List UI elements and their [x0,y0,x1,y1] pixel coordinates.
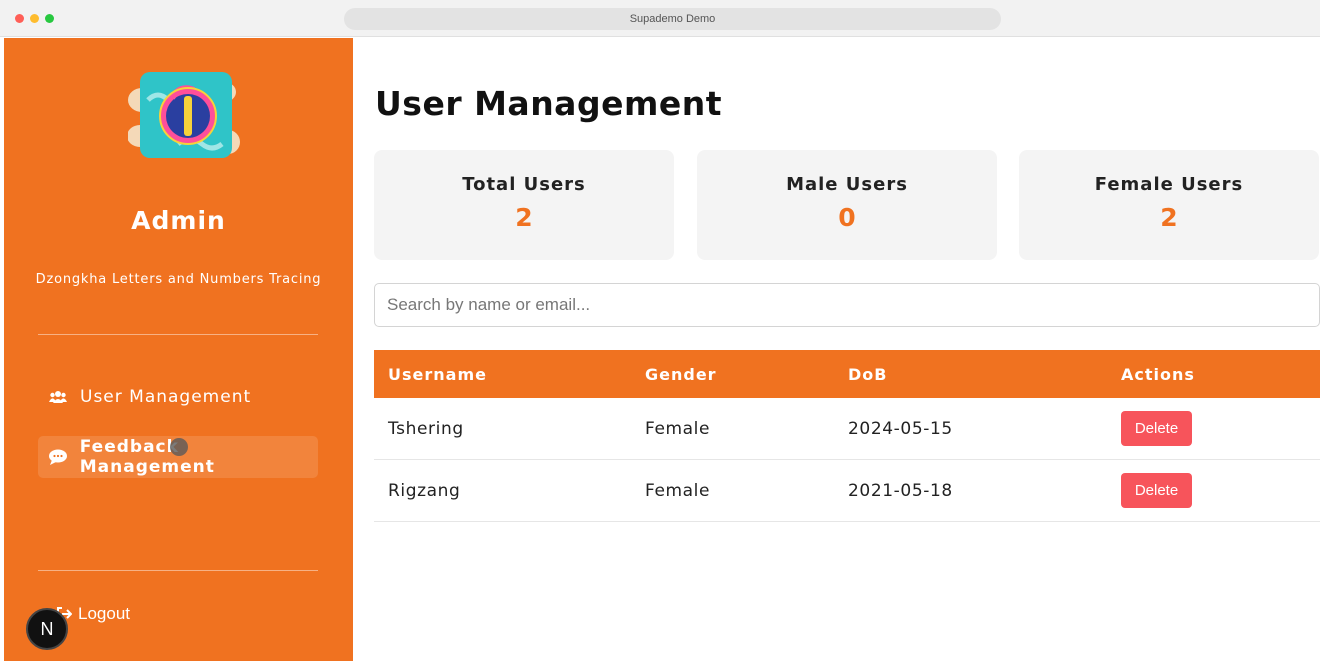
delete-button[interactable]: Delete [1121,473,1192,508]
table-row: Rigzang Female 2021-05-18 Delete [374,460,1320,522]
role-title: Admin [131,206,226,235]
users-table: Username Gender DoB Actions Tshering Fem… [374,350,1320,522]
column-header-dob[interactable]: DoB [848,365,887,384]
stat-value: 2 [1160,203,1178,232]
sidebar-item-label: Feedback Management [79,437,215,477]
comment-icon [48,449,68,465]
app-logo-icon [128,72,240,158]
sidebar-divider-bottom [38,570,318,571]
title-bar: Supademo Demo [0,0,1320,37]
stat-label: Female Users [1094,174,1244,195]
app-subtitle: Dzongkha Letters and Numbers Tracing [35,272,322,287]
stat-card-male-users: Male Users 0 [697,150,997,260]
table-row: Tshering Female 2024-05-15 Delete [374,398,1320,460]
sidebar-item-user-management[interactable]: User Management [38,376,318,418]
stat-value: 2 [515,203,533,232]
cell-gender: Female [645,480,711,501]
stat-label: Total Users [462,174,586,195]
sidebar: Admin Dzongkha Letters and Numbers Traci… [4,38,353,661]
stat-value: 0 [838,203,856,232]
cell-gender: Female [645,418,711,439]
mouse-cursor-indicator [170,438,188,456]
minimize-window-button[interactable] [30,14,39,23]
maximize-window-button[interactable] [45,14,54,23]
sidebar-divider-top [38,334,318,335]
users-icon [48,390,68,404]
table-header: Username Gender DoB Actions [374,350,1320,398]
main-content: User Management Total Users 2 Male Users… [353,38,1320,661]
column-header-actions: Actions [1121,364,1195,384]
cell-dob: 2024-05-15 [848,418,953,439]
stat-label: Male Users [786,174,908,195]
stat-card-female-users: Female Users 2 [1019,150,1319,260]
close-window-button[interactable] [15,14,24,23]
cell-username: Rigzang [388,480,461,501]
page-title: User Management [375,84,722,123]
column-header-gender[interactable]: Gender [645,365,717,384]
search-input[interactable] [374,283,1320,327]
logout-button[interactable]: Logout [78,604,130,624]
nextjs-badge[interactable]: N [26,608,68,650]
app-window: Supademo Demo Admin Dzongkha Letters and… [0,0,1320,661]
cell-username: Tshering [388,418,464,439]
window-title[interactable]: Supademo Demo [344,8,1001,30]
stat-card-total-users: Total Users 2 [374,150,674,260]
sidebar-item-label: User Management [80,387,252,407]
cell-dob: 2021-05-18 [848,480,953,501]
delete-button[interactable]: Delete [1121,411,1192,446]
column-header-username[interactable]: Username [388,365,487,384]
